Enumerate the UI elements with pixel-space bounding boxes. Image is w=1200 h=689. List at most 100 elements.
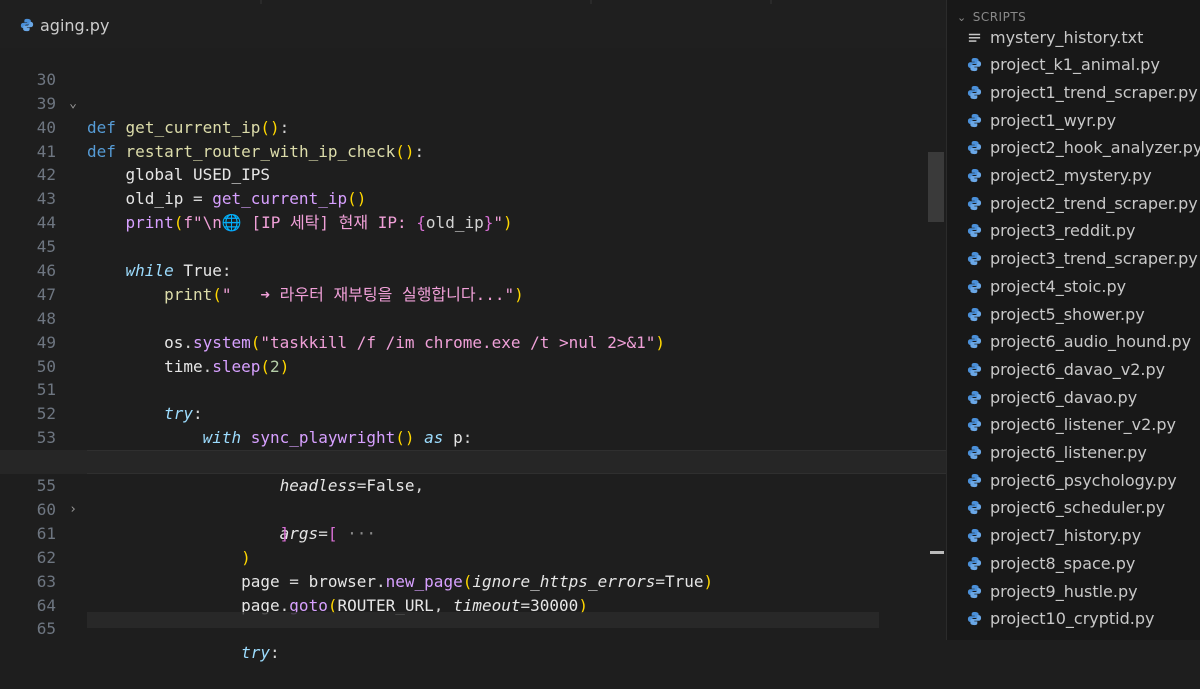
python-file-icon <box>967 113 982 127</box>
file-item[interactable]: project2_hook_analyzer.py <box>967 135 1200 161</box>
python-file-icon <box>967 418 982 432</box>
text-file-icon <box>968 33 981 42</box>
file-name: project6_davao.py <box>990 387 1138 407</box>
file-item[interactable]: project2_mystery.py <box>967 163 1152 189</box>
file-item[interactable]: project1_wyr.py <box>967 107 1116 133</box>
file-name: project2_hook_analyzer.py <box>990 138 1200 158</box>
python-file-icon <box>967 473 982 487</box>
python-file-icon <box>967 85 982 99</box>
python-file-icon <box>967 335 982 349</box>
tab-divider <box>590 0 592 4</box>
tab-bar: aging.py <box>0 0 946 48</box>
file-name: project4_stoic.py <box>990 276 1127 296</box>
file-name: project10_cryptid.py <box>990 609 1155 629</box>
file-item[interactable]: project6_psychology.py <box>967 467 1177 493</box>
file-name: project1_trend_scraper.py <box>990 82 1198 102</box>
tab-divider <box>260 0 262 4</box>
overview-ruler-marker <box>930 551 944 554</box>
python-file-icon <box>967 58 982 72</box>
python-file-icon <box>967 196 982 210</box>
section-title: SCRIPTS <box>972 10 1027 24</box>
file-item[interactable]: project6_davao_v2.py <box>967 356 1165 382</box>
code-line-current: 55 › args=[ ··· <box>0 450 946 543</box>
file-item[interactable]: project5_shower.py <box>967 301 1145 327</box>
file-name: project_k1_animal.py <box>990 55 1160 75</box>
chevron-down-icon: ⌄ <box>957 10 967 24</box>
file-item[interactable]: project9_hustle.py <box>967 578 1138 604</box>
line-number: 65 <box>36 619 56 639</box>
python-file-icon <box>967 445 982 460</box>
file-item[interactable]: project6_davao.py <box>967 384 1137 410</box>
file-name: project6_psychology.py <box>990 470 1177 490</box>
file-item[interactable]: project6_listener_v2.py <box>967 412 1176 438</box>
code-line: 50 <box>0 331 946 376</box>
python-file-icon <box>967 141 982 155</box>
code-line: 62 page = browser.new_page(ignore_https_… <box>0 522 946 591</box>
file-item[interactable]: project6_listener.py <box>967 440 1147 466</box>
file-name: project6_davao_v2.py <box>990 359 1166 379</box>
file-item[interactable]: mystery_history.txt <box>967 24 1143 50</box>
editor-pane: aging.py 30 ⌄ def get_current_ip(): 39 4… <box>0 0 946 662</box>
vertical-scrollbar-thumb[interactable] <box>928 152 944 222</box>
code-line: 46 print(" ➜ 라우터 재부팅을 실행합니다...") <box>0 235 946 304</box>
tab-divider <box>770 0 772 4</box>
file-item[interactable]: project3_trend_scraper.py <box>967 246 1198 272</box>
code-line: 53 browser = p.chromium.launch( <box>0 402 946 471</box>
code-line: 48 os.system("taskkill /f /im chrome.exe… <box>0 283 946 352</box>
file-item[interactable]: project7_history.py <box>967 523 1141 549</box>
python-file-icon <box>967 252 982 266</box>
file-name: mystery_history.txt <box>990 27 1144 47</box>
explorer-section-header[interactable]: ⌄ SCRIPTS <box>957 10 1026 24</box>
python-file-icon <box>967 390 982 404</box>
code-line: 43 print(f"\n🌐 [IP 세탁] 현재 IP: {old_ip}") <box>0 163 946 232</box>
code-line: 64 <box>0 570 946 615</box>
code-line: 39 <box>0 68 946 113</box>
file-name: project2_trend_scraper.py <box>990 193 1198 213</box>
file-item[interactable]: project3_reddit.py <box>967 218 1136 244</box>
code-line: 30 ⌄ def get_current_ip(): <box>0 44 946 137</box>
code-line: 45 while True: <box>0 211 946 280</box>
file-item[interactable]: project4_stoic.py <box>967 273 1126 299</box>
file-name: project9_hustle.py <box>990 581 1138 601</box>
code-line: 44 <box>0 187 946 232</box>
file-name: project3_trend_scraper.py <box>990 249 1198 269</box>
code-line: 60 ] <box>0 474 946 543</box>
file-item[interactable]: project6_scheduler.py <box>967 495 1165 521</box>
file-name: project6_listener_v2.py <box>990 415 1176 435</box>
tab-filename: aging.py <box>40 15 110 35</box>
code-line: 63 page.goto(ROUTER_URL, timeout=30000) <box>0 546 946 615</box>
python-file-icon <box>967 584 982 598</box>
file-name: project3_reddit.py <box>990 221 1136 241</box>
file-item[interactable]: project2_trend_scraper.py <box>967 190 1198 216</box>
code-line: 42 old_ip = get_current_ip() <box>0 140 946 208</box>
python-file-icon <box>967 279 982 293</box>
file-name: project7_history.py <box>990 526 1142 546</box>
file-item[interactable]: project1_trend_scraper.py <box>967 79 1198 105</box>
file-item[interactable]: project6_audio_hound.py <box>967 329 1191 355</box>
explorer-sidebar: ⌄ SCRIPTS mystery_history.txt project_k1_… <box>946 0 1200 640</box>
python-file-icon <box>967 224 982 238</box>
code-text: try: <box>241 643 280 663</box>
file-item[interactable]: project10_cryptid.py <box>967 606 1154 632</box>
python-file-icon <box>967 168 982 183</box>
file-name: project6_listener.py <box>990 443 1147 462</box>
python-file-icon <box>20 18 34 32</box>
file-item[interactable]: project8_space.py <box>967 550 1135 576</box>
file-item[interactable]: project_k1_animal.py <box>967 52 1160 78</box>
code-line: 54 headless=False, <box>0 426 946 495</box>
code-line: 51 try: <box>0 355 946 423</box>
python-file-icon <box>967 501 982 515</box>
file-name: project6_scheduler.py <box>990 498 1166 518</box>
tab-aging-py[interactable]: aging.py <box>20 10 109 40</box>
code-line: 61 ) <box>0 498 946 567</box>
code-area[interactable]: 30 ⌄ def get_current_ip(): 39 40 def res… <box>0 44 946 662</box>
code-line: 52 with sync_playwright() as p: <box>0 378 946 447</box>
file-name: project2_mystery.py <box>990 166 1152 185</box>
horizontal-scrollbar[interactable] <box>87 612 879 628</box>
file-name: project1_wyr.py <box>990 110 1117 130</box>
file-name: project5_shower.py <box>990 304 1145 324</box>
code-line: 40 def restart_router_with_ip_check(): <box>0 92 946 161</box>
python-file-icon <box>967 529 982 543</box>
python-file-icon <box>967 307 982 321</box>
code-line: 41 global USED_IPS <box>0 116 946 185</box>
